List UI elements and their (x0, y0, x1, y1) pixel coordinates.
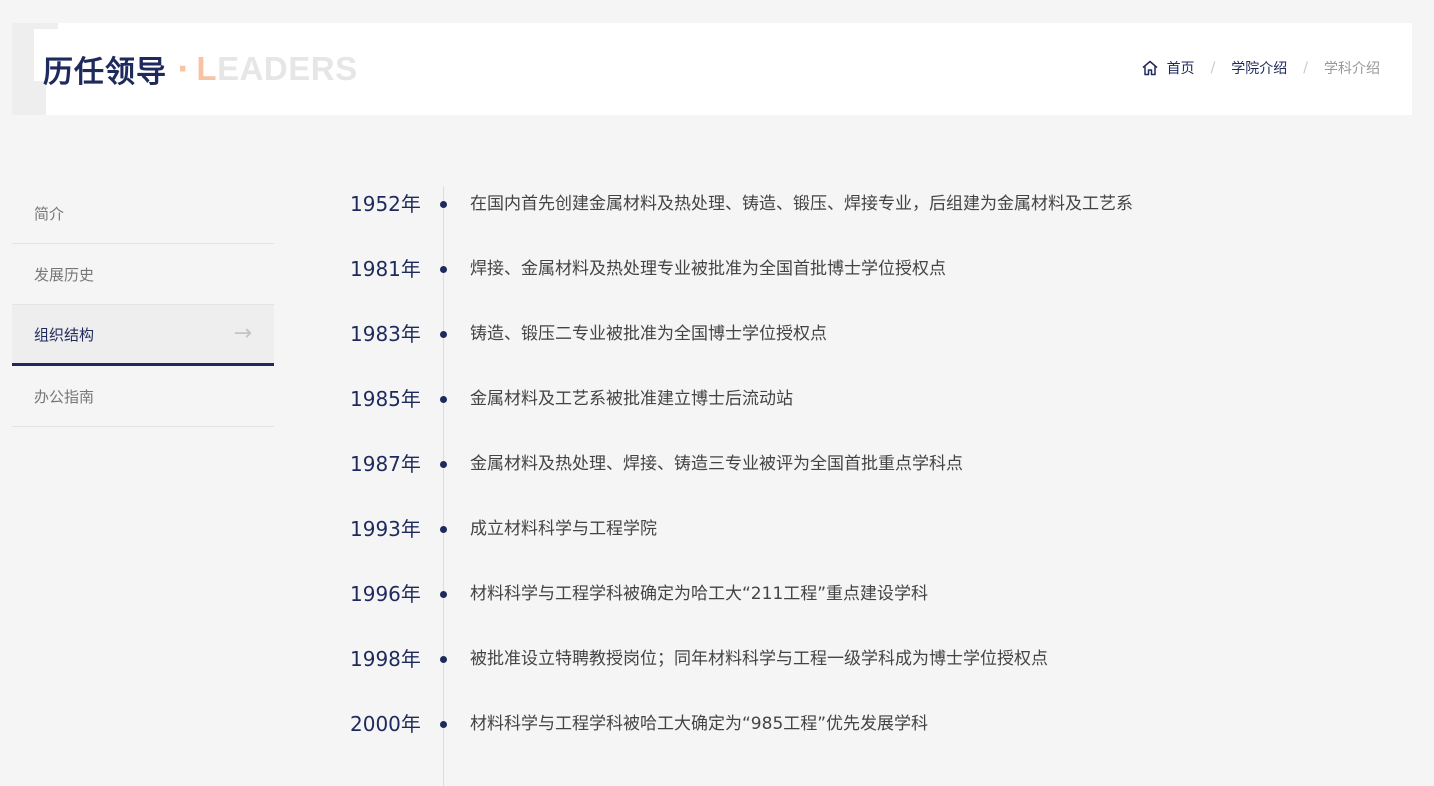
page-title-cn: 历任领导 (43, 55, 167, 90)
timeline-text: 铸造、锻压二专业被批准为全国博士学位授权点 (470, 324, 827, 344)
arrow-right-icon: → (233, 321, 252, 346)
timeline-year: 1981年 (350, 257, 421, 281)
timeline-dot (440, 656, 447, 663)
timeline-item: 1983年 铸造、锻压二专业被批准为全国博士学位授权点 (340, 319, 1400, 349)
timeline-text: 被批准设立特聘教授岗位；同年材料科学与工程一级学科成为博士学位授权点 (470, 649, 1048, 669)
timeline-dot (440, 721, 447, 728)
sidebar-item-intro[interactable]: 简介 (12, 183, 274, 244)
timeline-dot (440, 591, 447, 598)
header-decoration-top (34, 23, 58, 29)
timeline-item: 1987年 金属材料及热处理、焊接、铸造三专业被评为全国首批重点学科点 (340, 449, 1400, 479)
title-en-rest: EADERS (217, 50, 358, 87)
sidebar-item-office-guide[interactable]: 办公指南 (12, 366, 274, 427)
timeline-year: 1996年 (350, 582, 421, 606)
timeline-dot (440, 461, 447, 468)
timeline-year: 1987年 (350, 452, 421, 476)
timeline-dot (440, 266, 447, 273)
timeline-dot (440, 201, 447, 208)
timeline-text: 成立材料科学与工程学院 (470, 519, 657, 539)
timeline-item: 1996年 材料科学与工程学科被确定为哈工大“211工程”重点建设学科 (340, 579, 1400, 609)
sidebar-item-label: 简介 (34, 204, 65, 223)
timeline-item: 1952年 在国内首先创建金属材料及热处理、铸造、锻压、焊接专业，后组建为金属材… (340, 189, 1400, 219)
timeline-text: 材料科学与工程学科被确定为哈工大“211工程”重点建设学科 (470, 584, 929, 604)
sidebar-item-organization[interactable]: 组织结构 → (12, 305, 274, 366)
timeline-year: 1952年 (350, 192, 421, 216)
sidebar-item-label: 发展历史 (34, 265, 95, 284)
sidebar-item-label: 办公指南 (34, 387, 95, 406)
timeline-dot (440, 331, 447, 338)
timeline-text: 金属材料及工艺系被批准建立博士后流动站 (470, 389, 793, 409)
sidebar-nav: 简介 发展历史 组织结构 → 办公指南 (12, 183, 274, 427)
page-header: 历任领导 · LEADERS 首页 / 学院介绍 / 学科介绍 (12, 23, 1412, 115)
title-separator: · (177, 51, 189, 87)
timeline-text: 材料科学与工程学科被哈工大确定为“985工程”优先发展学科 (470, 714, 929, 734)
timeline-text: 在国内首先创建金属材料及热处理、铸造、锻压、焊接专业，后组建为金属材料及工艺系 (470, 194, 1133, 214)
timeline-year: 1998年 (350, 647, 421, 671)
timeline-item: 1998年 被批准设立特聘教授岗位；同年材料科学与工程一级学科成为博士学位授权点 (340, 644, 1400, 674)
page-title-en: LEADERS (196, 50, 357, 88)
timeline-text: 金属材料及热处理、焊接、铸造三专业被评为全国首批重点学科点 (470, 454, 963, 474)
timeline-year: 2000年 (350, 712, 421, 736)
timeline-item: 2000年 材料科学与工程学科被哈工大确定为“985工程”优先发展学科 (340, 709, 1400, 739)
timeline-dot (440, 526, 447, 533)
breadcrumb-college-intro[interactable]: 学院介绍 (1231, 58, 1287, 78)
timeline-item: 1993年 成立材料科学与工程学院 (340, 514, 1400, 544)
timeline-year: 1993年 (350, 517, 421, 541)
timeline-year: 1985年 (350, 387, 421, 411)
breadcrumb-separator: / (1210, 60, 1216, 76)
breadcrumb-separator: / (1303, 60, 1308, 76)
sidebar-item-history[interactable]: 发展历史 (12, 244, 274, 305)
history-timeline: 1952年 在国内首先创建金属材料及热处理、铸造、锻压、焊接专业，后组建为金属材… (340, 172, 1400, 786)
timeline-item: 1985年 金属材料及工艺系被批准建立博士后流动站 (340, 384, 1400, 414)
breadcrumb-home[interactable]: 首页 (1167, 58, 1195, 78)
page-title: 历任领导 · LEADERS (43, 47, 358, 91)
timeline-text: 焊接、金属材料及热处理专业被批准为全国首批博士学位授权点 (470, 259, 946, 279)
timeline-item: 1981年 焊接、金属材料及热处理专业被批准为全国首批博士学位授权点 (340, 254, 1400, 284)
sidebar-item-label: 组织结构 (34, 325, 95, 344)
breadcrumb-current: 学科介绍 (1324, 61, 1380, 77)
home-icon[interactable] (1141, 59, 1159, 77)
timeline-year: 1983年 (350, 322, 421, 346)
breadcrumb: 首页 / 学院介绍 / 学科介绍 (1141, 57, 1380, 79)
timeline-dot (440, 396, 447, 403)
title-en-first-letter: L (196, 50, 218, 87)
header-decoration (12, 23, 34, 115)
